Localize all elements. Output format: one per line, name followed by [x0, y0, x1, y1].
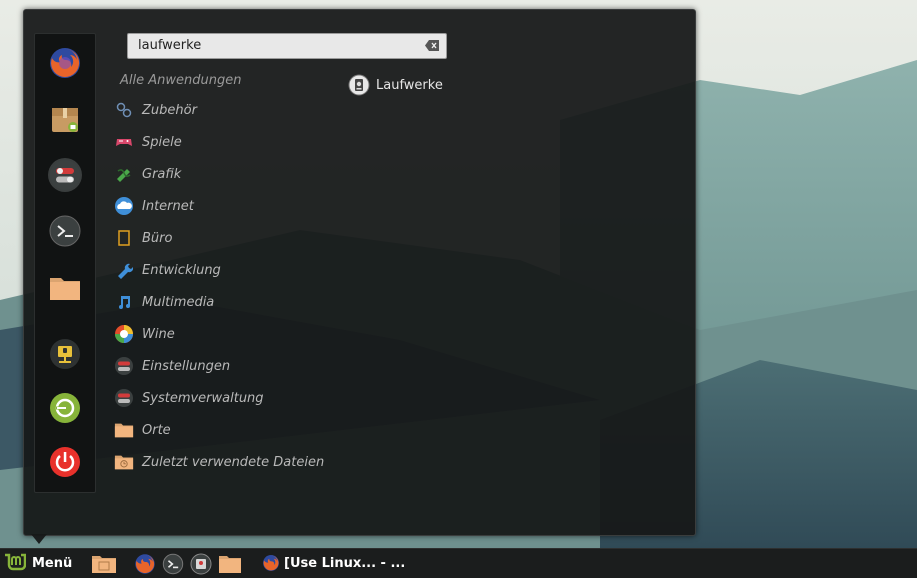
- category-accessories[interactable]: Zubehör: [114, 99, 197, 121]
- menu-pointer: [31, 534, 47, 544]
- recent-folder-icon: [114, 455, 134, 470]
- favorite-terminal[interactable]: [48, 214, 82, 248]
- category-all-applications[interactable]: Alle Anwendungen: [120, 73, 241, 88]
- result-drives[interactable]: Laufwerke: [348, 73, 443, 97]
- drive-icon: [190, 553, 212, 575]
- panel-launcher-drives[interactable]: [190, 553, 212, 575]
- category-label: Büro: [142, 230, 173, 246]
- category-label: Wine: [142, 326, 175, 342]
- wrench-icon: [118, 263, 133, 279]
- office-document-icon: [118, 230, 130, 246]
- category-multimedia[interactable]: Multimedia: [114, 291, 214, 313]
- category-places[interactable]: Orte: [114, 419, 171, 441]
- logout-icon: [50, 393, 80, 423]
- category-label: Multimedia: [142, 294, 215, 310]
- application-menu: Alle Anwendungen Zubehör Spiele Grafik I…: [23, 9, 696, 536]
- category-development[interactable]: Entwicklung: [114, 259, 221, 281]
- firefox-icon: [135, 554, 155, 574]
- firefox-icon: [50, 48, 80, 78]
- gamepad-icon: [116, 139, 132, 146]
- category-label: Entwicklung: [142, 262, 221, 278]
- favorites-sidebar: [34, 33, 96, 493]
- category-preferences[interactable]: Einstellungen: [114, 355, 230, 377]
- terminal-icon: [162, 553, 184, 575]
- favorite-settings[interactable]: [48, 158, 82, 192]
- settings-toggle-icon: [50, 160, 80, 190]
- favorite-shutdown[interactable]: [48, 445, 82, 479]
- firefox-icon: [263, 555, 279, 571]
- category-label: Zubehör: [142, 102, 197, 118]
- category-label: Systemverwaltung: [142, 390, 264, 406]
- category-wine[interactable]: Wine: [114, 323, 175, 345]
- favorite-home-folder[interactable]: [48, 270, 82, 304]
- category-office[interactable]: Büro: [114, 227, 172, 249]
- category-recent-files[interactable]: Zuletzt verwendete Dateien: [114, 451, 324, 473]
- mint-logo-icon: [5, 553, 26, 571]
- favorite-lock-screen[interactable]: [48, 337, 82, 371]
- package-icon: [52, 108, 78, 132]
- favorite-software-manager[interactable]: [48, 102, 82, 136]
- category-internet[interactable]: Internet: [114, 195, 194, 217]
- accessories-icon: [116, 102, 132, 118]
- music-note-icon: [119, 296, 130, 309]
- settings-toggle-icon: [115, 357, 133, 375]
- folder-icon: [114, 423, 134, 438]
- result-label: Laufwerke: [376, 77, 443, 93]
- menu-label: Menü: [32, 555, 73, 571]
- drive-icon: [348, 74, 370, 96]
- folder-icon: [50, 278, 80, 300]
- taskbar-window-firefox[interactable]: [Use Linux... - ...: [262, 552, 405, 574]
- category-graphics[interactable]: Grafik: [114, 163, 181, 185]
- favorite-logout[interactable]: [48, 391, 82, 425]
- search-input[interactable]: [138, 37, 418, 54]
- category-label: Spiele: [142, 134, 182, 150]
- clear-search-icon[interactable]: [425, 40, 439, 51]
- show-desktop-icon: [92, 556, 116, 573]
- panel-show-desktop[interactable]: [91, 553, 117, 575]
- category-label: Orte: [142, 422, 171, 438]
- panel-launcher-terminal[interactable]: [162, 553, 184, 575]
- panel-launcher-files[interactable]: [217, 553, 243, 575]
- terminal-icon: [49, 215, 81, 247]
- internet-cloud-icon: [115, 197, 133, 215]
- favorite-firefox[interactable]: [48, 46, 82, 80]
- administration-toggle-icon: [115, 389, 133, 407]
- category-label: Zuletzt verwendete Dateien: [142, 454, 325, 470]
- search-box[interactable]: [127, 33, 447, 59]
- graphics-icon: [117, 169, 131, 182]
- category-label: Einstellungen: [142, 358, 231, 374]
- category-label: Grafik: [142, 166, 182, 182]
- panel-launcher-firefox[interactable]: [134, 553, 156, 575]
- taskbar-window-title: [Use Linux... - ...: [284, 555, 406, 571]
- folder-icon: [219, 556, 241, 573]
- category-label: Internet: [142, 198, 194, 214]
- menu-button[interactable]: Menü: [4, 552, 72, 574]
- lock-screen-icon: [50, 339, 80, 369]
- power-icon: [50, 447, 80, 477]
- category-administration[interactable]: Systemverwaltung: [114, 387, 264, 409]
- category-games[interactable]: Spiele: [114, 131, 182, 153]
- bottom-panel: Menü [Use Linux... - ...: [0, 548, 917, 578]
- wine-icon: [115, 325, 133, 343]
